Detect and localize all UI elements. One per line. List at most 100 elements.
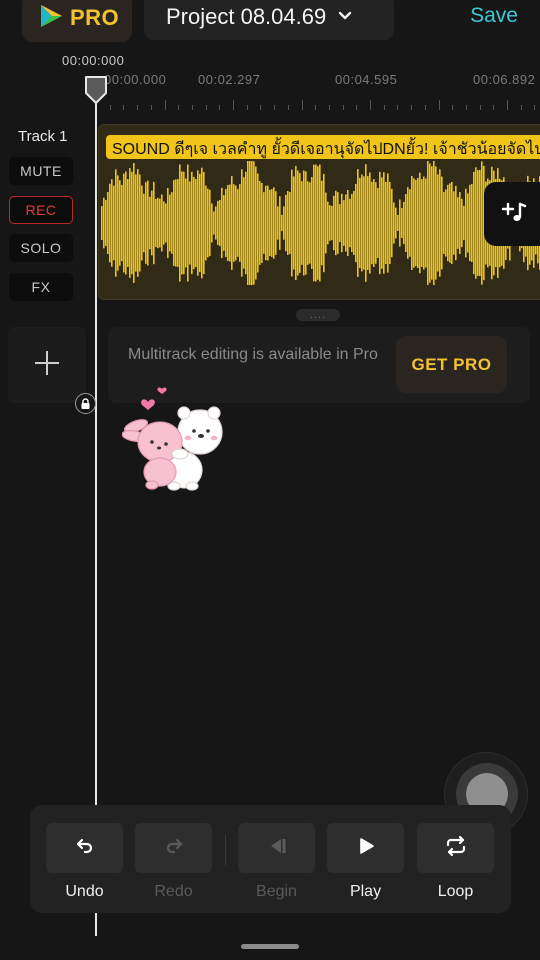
loop-label: Loop — [437, 883, 474, 900]
waveform-bar — [279, 196, 281, 250]
ruler-tick — [219, 105, 221, 110]
ruler-tick — [465, 105, 467, 110]
waveform-bar — [191, 171, 193, 275]
redo-button[interactable] — [135, 823, 212, 873]
waveform-bar — [227, 185, 229, 261]
waveform-bar — [253, 161, 255, 285]
waveform-bar — [289, 192, 291, 254]
ruler-tick — [438, 100, 440, 110]
waveform-bar — [179, 164, 181, 282]
waveform-bar — [255, 166, 257, 280]
waveform-bar — [199, 173, 201, 273]
waveform-bar — [329, 205, 331, 241]
waveform-bar — [323, 173, 325, 273]
waveform-bar — [235, 185, 237, 261]
waveform-bar — [217, 201, 219, 245]
waveform-bar — [453, 191, 455, 255]
waveform-bar — [423, 176, 425, 270]
waveform-bar — [107, 192, 109, 254]
ruler-tick — [342, 105, 344, 110]
ruler-tick — [233, 100, 234, 110]
play-button[interactable] — [327, 823, 404, 873]
waveform-bar — [413, 178, 415, 268]
waveform-bar — [119, 180, 121, 266]
waveform-bar — [241, 169, 243, 277]
waveform-bar — [143, 193, 145, 253]
waveform-bar — [193, 176, 195, 270]
get-pro-button[interactable]: GET PRO — [396, 336, 507, 393]
project-selector[interactable]: Project 08.04.69 — [144, 0, 394, 40]
waveform-bar — [471, 183, 473, 263]
waveform-bar — [439, 169, 441, 277]
pro-button[interactable]: PRO — [22, 0, 132, 42]
waveform-bar — [467, 193, 469, 253]
fx-button[interactable]: FX — [9, 273, 73, 301]
waveform-bar — [175, 179, 177, 267]
waveform-bar — [277, 206, 279, 240]
audio-clip[interactable]: SOUND ดีๆเจ เวลคําทู ยั้วดีเจอานุจัดไปDN… — [98, 124, 540, 300]
skip-to-begin-icon — [266, 836, 288, 861]
waveform-bar — [187, 164, 189, 282]
waveform-bar — [219, 199, 221, 247]
ruler-tick — [328, 105, 330, 110]
add-clip-button[interactable] — [484, 182, 540, 246]
top-bar: PRO Project 08.04.69 Save — [0, 0, 540, 48]
waveform-bar — [273, 187, 275, 259]
waveform-bar — [185, 178, 187, 268]
waveform-bar — [121, 184, 123, 262]
waveform-bar — [111, 179, 113, 267]
waveform-bar — [205, 185, 207, 261]
waveform-bar — [285, 194, 287, 252]
lock-icon — [75, 393, 96, 414]
begin-button[interactable] — [238, 823, 315, 873]
ruler-tick — [205, 105, 207, 110]
waveform-bar — [231, 176, 233, 270]
waveform-bar — [171, 192, 173, 254]
waveform-bar — [299, 173, 301, 273]
add-track-button[interactable] — [8, 327, 86, 403]
waveform-bar — [461, 198, 463, 248]
waveform-bar — [139, 174, 141, 272]
clip-title: SOUND ดีๆเจ เวลคําทู ยั้วดีเจอานุจัดไปDN… — [112, 141, 540, 158]
waveform-bar — [433, 161, 435, 285]
ruler-tick — [383, 105, 385, 110]
waveform-bar — [435, 166, 437, 280]
playhead-icon[interactable] — [84, 75, 108, 105]
waveform-bar — [363, 176, 365, 270]
waveform-bar — [425, 178, 427, 268]
save-button[interactable]: Save — [470, 4, 518, 28]
rec-button[interactable]: REC — [9, 196, 73, 224]
undo-button[interactable] — [46, 823, 123, 873]
waveform-bar — [441, 176, 443, 270]
waveform-bar — [327, 201, 329, 245]
ruler-tick — [274, 105, 276, 110]
ruler-tick — [370, 100, 371, 110]
waveform-bar — [355, 183, 357, 263]
track-resize-handle[interactable]: .... — [296, 309, 340, 321]
loop-button[interactable] — [417, 823, 494, 873]
waveform-bar — [265, 185, 267, 261]
waveform-bar — [437, 174, 439, 272]
waveform-bar — [203, 171, 205, 275]
waveform-bar — [389, 181, 391, 265]
ruler-tick — [287, 105, 289, 110]
waveform-bar — [251, 161, 253, 285]
solo-button[interactable]: SOLO — [9, 234, 73, 262]
waveform-bar — [309, 182, 311, 264]
waveform-bar — [351, 193, 353, 253]
timeline-ruler[interactable]: 00:00:000 00:00.000 00:02.297 00:04.595 … — [0, 48, 540, 112]
mute-button[interactable]: MUTE — [9, 157, 73, 185]
waveform-bar — [287, 190, 289, 256]
waveform-bar — [341, 193, 343, 253]
waveform-bar — [419, 172, 421, 274]
project-title: Project 08.04.69 — [166, 4, 327, 29]
waveform-bar — [301, 181, 303, 265]
ruler-tick — [479, 105, 481, 110]
waveform-bar — [353, 191, 355, 255]
waveform-bar — [343, 200, 345, 246]
waveform-bar — [455, 185, 457, 261]
waveform-bar — [147, 180, 149, 266]
waveform-bar — [173, 180, 175, 266]
home-indicator[interactable] — [241, 944, 299, 949]
waveform-bar — [233, 184, 235, 262]
